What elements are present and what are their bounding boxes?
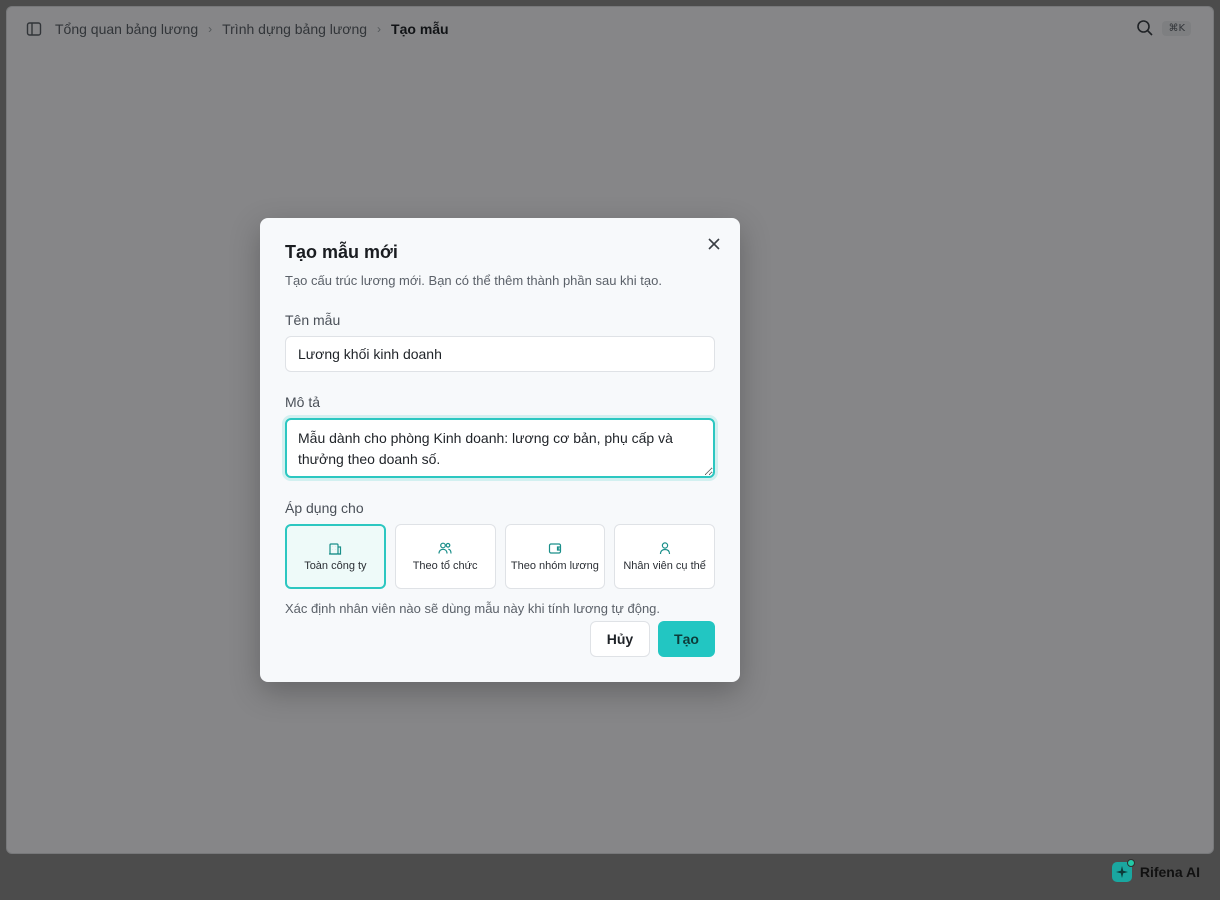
dialog-description: Tạo cấu trúc lương mới. Bạn có thể thêm … bbox=[285, 273, 662, 288]
create-button[interactable]: Tạo bbox=[658, 621, 715, 657]
template-name-label: Tên mẫu bbox=[285, 312, 341, 328]
sparkle-icon bbox=[1111, 859, 1135, 882]
apply-to-options: Toàn công ty Theo tổ chức Theo nhóm lươn… bbox=[285, 524, 715, 589]
option-whole-company[interactable]: Toàn công ty bbox=[285, 524, 386, 589]
status-dot bbox=[1126, 859, 1135, 867]
cancel-button[interactable]: Hủy bbox=[590, 621, 650, 657]
user-icon bbox=[659, 541, 670, 554]
option-label: Theo nhóm lương bbox=[510, 559, 599, 572]
apply-to-label: Áp dụng cho bbox=[285, 500, 364, 516]
description-label: Mô tả bbox=[285, 394, 321, 410]
assistant-label: Rifena AI bbox=[1139, 864, 1200, 880]
apply-to-hint: Xác định nhân viên nào sẽ dùng mẫu này k… bbox=[285, 601, 661, 616]
option-specific-employee[interactable]: Nhân viên cụ thể bbox=[614, 524, 715, 589]
dialog-title: Tạo mẫu mới bbox=[285, 242, 398, 262]
option-label: Toàn công ty bbox=[304, 559, 367, 572]
option-by-organization[interactable]: Theo tổ chức bbox=[394, 524, 496, 589]
option-label: Theo tổ chức bbox=[412, 559, 478, 572]
option-label: Nhân viên cụ thể bbox=[623, 559, 706, 572]
wallet-icon bbox=[548, 542, 561, 554]
template-name-input[interactable] bbox=[285, 336, 715, 372]
assistant-launcher[interactable]: Rifena AI bbox=[1111, 859, 1200, 882]
create-template-dialog: Tạo mẫu mới Tạo cấu trúc lương mới. Bạn … bbox=[260, 218, 740, 682]
building-icon bbox=[329, 542, 342, 555]
dialog-actions: Hủy Tạo bbox=[590, 621, 715, 657]
close-icon[interactable] bbox=[706, 236, 722, 252]
description-textarea[interactable]: Mẫu dành cho phòng Kinh doanh: lương cơ … bbox=[285, 418, 715, 478]
users-icon bbox=[438, 542, 452, 554]
option-by-pay-group[interactable]: Theo nhóm lương bbox=[504, 524, 606, 589]
